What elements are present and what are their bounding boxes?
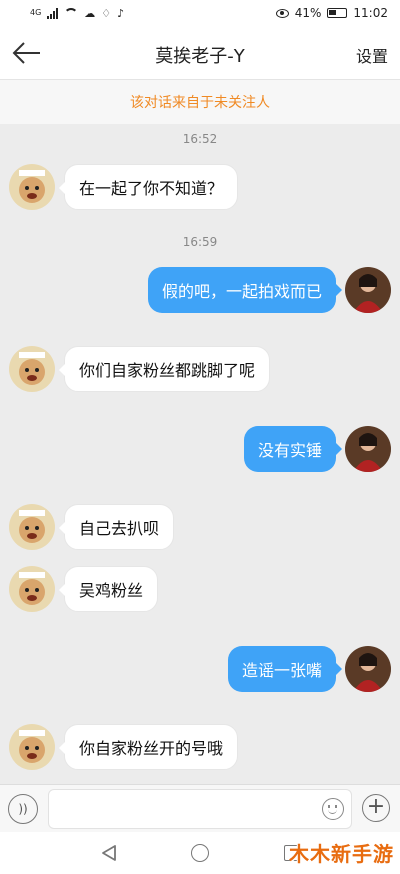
battery-icon bbox=[327, 8, 348, 18]
nav-home-icon[interactable] bbox=[191, 844, 209, 862]
voice-icon: )) bbox=[18, 802, 28, 816]
emoji-button[interactable] bbox=[322, 798, 344, 820]
user-photo-icon bbox=[345, 267, 391, 313]
timestamp: 16:59 bbox=[182, 235, 218, 249]
user-photo-icon bbox=[345, 646, 391, 692]
outgoing-message[interactable]: 造谣一张嘴 bbox=[227, 646, 343, 692]
meme-face-icon bbox=[9, 164, 55, 210]
user-photo-icon bbox=[345, 426, 391, 472]
battery-percent: 41% bbox=[294, 6, 322, 20]
wifi-icon bbox=[64, 7, 79, 19]
signal-icon bbox=[47, 7, 59, 19]
timestamp: 16:52 bbox=[182, 132, 218, 146]
meme-face-icon bbox=[9, 724, 55, 770]
eye-comfort-icon bbox=[275, 8, 289, 18]
chat-title: 莫挨老子-Y bbox=[155, 46, 245, 67]
settings-button[interactable]: 设置 bbox=[356, 43, 388, 67]
incoming-message[interactable]: 自己去扒呗 bbox=[58, 504, 175, 550]
chat-header: 莫挨老子-Y 设置 bbox=[0, 26, 400, 80]
contact-avatar[interactable] bbox=[9, 164, 55, 210]
vpn-icon: ♢ bbox=[101, 6, 112, 20]
meme-face-icon bbox=[9, 566, 55, 612]
status-right: 41% 11:02 bbox=[275, 6, 388, 20]
status-left: 4G ☁ ♢ ♪ bbox=[30, 7, 124, 20]
meme-face-icon bbox=[9, 346, 55, 392]
chat-area[interactable]: 16:52 在一起了你不知道？ 16:59 假的吧，一起拍戏而已 你们自家粉丝都… bbox=[0, 124, 400, 784]
my-avatar[interactable] bbox=[345, 646, 391, 692]
nav-back-icon[interactable] bbox=[100, 844, 118, 862]
network-type: 4G bbox=[30, 8, 42, 17]
contact-avatar[interactable] bbox=[9, 346, 55, 392]
meme-face-icon bbox=[9, 504, 55, 550]
incoming-message[interactable]: 在一起了你不知道？ bbox=[58, 164, 239, 210]
incoming-message[interactable]: 吴鸡粉丝 bbox=[58, 566, 159, 612]
contact-avatar[interactable] bbox=[9, 504, 55, 550]
contact-avatar[interactable] bbox=[9, 724, 55, 770]
more-options-button[interactable]: + bbox=[362, 794, 390, 822]
contact-avatar[interactable] bbox=[9, 566, 55, 612]
outgoing-message[interactable]: 假的吧，一起拍戏而已 bbox=[147, 267, 343, 313]
clock: 11:02 bbox=[353, 6, 388, 20]
incoming-message[interactable]: 你自家粉丝开的号哦 bbox=[58, 724, 239, 770]
outgoing-message[interactable]: 没有实锤 bbox=[243, 426, 343, 472]
status-bar: 4G ☁ ♢ ♪ 41% 11:02 bbox=[0, 0, 400, 26]
my-avatar[interactable] bbox=[345, 267, 391, 313]
notice-text: 该对话来自于未关注人 bbox=[130, 95, 270, 111]
incoming-message[interactable]: 你们自家粉丝都跳脚了呢 bbox=[58, 346, 271, 392]
cloud-icon: ☁ bbox=[84, 6, 96, 20]
voice-input-button[interactable]: )) bbox=[8, 794, 38, 824]
my-avatar[interactable] bbox=[345, 426, 391, 472]
tiktok-icon: ♪ bbox=[117, 6, 125, 20]
message-input[interactable] bbox=[48, 789, 352, 829]
input-bar: )) + bbox=[0, 784, 400, 832]
watermark: 木木新手游 bbox=[289, 842, 394, 866]
stranger-notice-banner: 该对话来自于未关注人 bbox=[0, 80, 400, 124]
